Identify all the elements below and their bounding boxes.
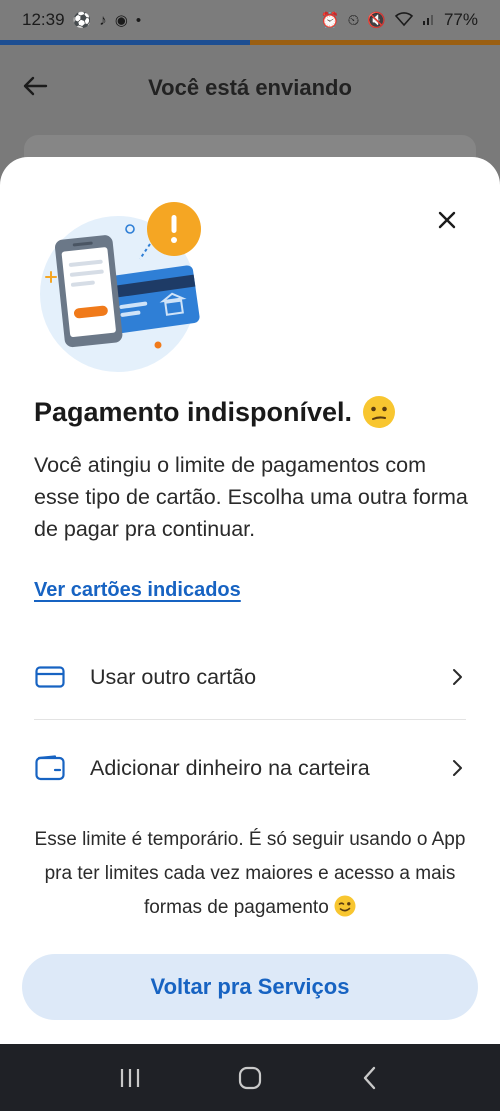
payment-unavailable-sheet: Pagamento indisponível. Você atingiu o l…: [0, 157, 500, 1044]
chevron-right-icon: [448, 668, 466, 686]
background-page: Você está enviando: [0, 45, 500, 175]
wink-face-icon: [334, 895, 356, 917]
chevron-right-icon: [448, 759, 466, 777]
confused-face-icon: [362, 395, 396, 429]
option-label: Adicionar dinheiro na carteira: [90, 755, 370, 780]
note-text: Esse limite é temporário. É só seguir us…: [34, 829, 466, 918]
recent-apps-icon: [120, 1068, 140, 1087]
payment-illustration: [30, 199, 210, 374]
sheet-title: Pagamento indisponível.: [34, 395, 396, 429]
tiktok-icon: ♪: [99, 11, 107, 29]
status-bar: 12:39 ⚽ ♪ ◉ • ⏰ ⏲ 🔇 77%: [0, 0, 500, 40]
soccer-ball-icon: ⚽: [72, 11, 92, 29]
status-time: 12:39: [22, 10, 65, 29]
navigation-bar: [0, 1044, 500, 1111]
recommended-cards-link[interactable]: Ver cartões indicados: [34, 579, 241, 602]
chrome-icon: ◉: [114, 11, 128, 29]
battery-level: 77%: [443, 10, 478, 29]
background-page-title: Você está enviando: [148, 75, 352, 100]
mute-icon: 🔇: [367, 11, 386, 29]
temporary-limit-note: Esse limite é temporário. É só seguir us…: [30, 823, 470, 925]
status-right: ⏰ ⏲ 🔇 77%: [321, 10, 478, 30]
home-icon: [238, 1066, 262, 1089]
dot-icon: •: [135, 11, 142, 29]
home-button[interactable]: [235, 1063, 265, 1093]
close-icon: [438, 211, 456, 229]
option-add-money-wallet[interactable]: Adicionar dinheiro na carteira: [34, 738, 466, 798]
sheet-description: Você atingiu o limite de pagamentos com …: [34, 453, 468, 541]
option-label: Usar outro cartão: [90, 664, 257, 689]
wallet-icon: [34, 752, 66, 784]
sheet-title-text: Pagamento indisponível.: [34, 396, 353, 427]
alarm-icon: ⏰: [320, 11, 340, 29]
alarm-clock-icon: ⏲: [347, 11, 360, 29]
back-icon: [363, 1066, 376, 1089]
back-button[interactable]: [355, 1063, 385, 1093]
options-divider: [34, 719, 466, 720]
close-button[interactable]: [434, 207, 460, 233]
status-left: 12:39 ⚽ ♪ ◉ •: [22, 10, 141, 30]
wifi-icon: [394, 11, 414, 30]
signal-icon: [422, 12, 436, 29]
credit-card-icon: [34, 661, 66, 693]
option-use-other-card[interactable]: Usar outro cartão: [34, 647, 466, 707]
recent-apps-button[interactable]: [115, 1063, 145, 1093]
back-to-services-button[interactable]: Voltar pra Serviços: [22, 954, 478, 1020]
